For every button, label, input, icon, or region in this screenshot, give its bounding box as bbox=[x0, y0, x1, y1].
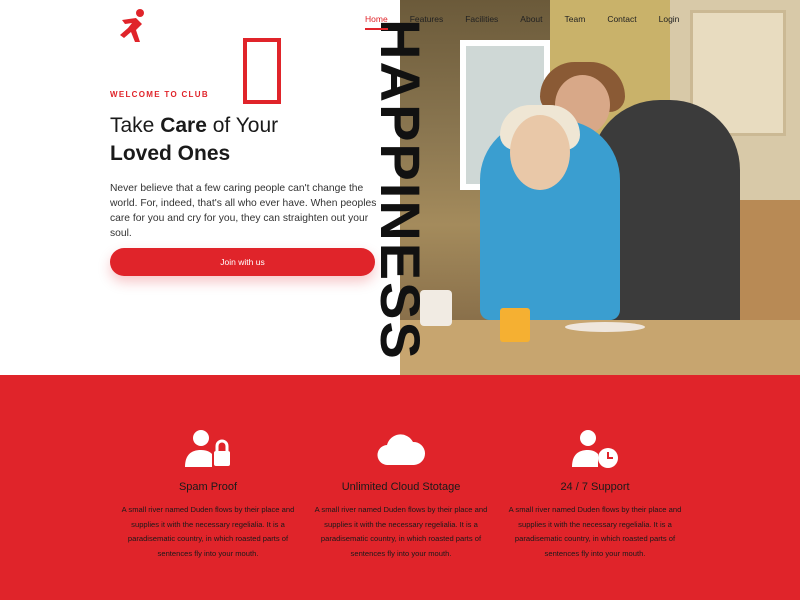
hero-headline: Take Care of Your Loved Ones bbox=[110, 112, 370, 168]
feature-spam-proof: Spam Proof A small river named Duden flo… bbox=[115, 428, 301, 561]
nav-about[interactable]: About bbox=[520, 14, 542, 30]
headline-post: of Your bbox=[206, 114, 279, 137]
feature-text: A small river named Duden flows by their… bbox=[314, 505, 488, 558]
feature-cloud-storage: Unlimited Cloud Stotage A small river na… bbox=[308, 428, 494, 561]
join-button[interactable]: Join with us bbox=[110, 248, 375, 276]
nav-features[interactable]: Features bbox=[410, 14, 444, 30]
feature-text: A small river named Duden flows by their… bbox=[508, 505, 682, 558]
nav-facilities[interactable]: Facilities bbox=[465, 14, 498, 30]
user-clock-icon bbox=[502, 428, 688, 470]
hero-photo bbox=[400, 0, 800, 375]
hero-description: Never believe that a few caring people c… bbox=[110, 183, 377, 239]
user-lock-icon bbox=[115, 428, 301, 470]
headline-pre: Take bbox=[110, 114, 161, 137]
headline-line2: Loved Ones bbox=[110, 142, 231, 165]
nav-home[interactable]: Home bbox=[365, 14, 388, 30]
feature-text: A small river named Duden flows by their… bbox=[121, 505, 295, 558]
happiness-vertical-text: HAPPINESS bbox=[360, 0, 440, 375]
hero-section: WELCOME TO CLUB Take Care of Your Loved … bbox=[0, 0, 800, 375]
cloud-icon bbox=[308, 428, 494, 470]
decorative-frame bbox=[243, 38, 281, 104]
welcome-eyebrow: WELCOME TO CLUB bbox=[110, 90, 209, 99]
headline-bold: Care bbox=[160, 114, 207, 137]
feature-title: Unlimited Cloud Stotage bbox=[341, 481, 461, 493]
happiness-word: HAPPINESS bbox=[369, 19, 432, 361]
runner-logo-icon[interactable] bbox=[112, 6, 152, 46]
nav-contact[interactable]: Contact bbox=[607, 14, 636, 30]
main-nav: Home Features Facilities About Team Cont… bbox=[365, 14, 701, 30]
feature-title: 24 / 7 Support bbox=[560, 481, 630, 493]
feature-support: 24 / 7 Support A small river named Duden… bbox=[502, 428, 688, 561]
feature-title: Spam Proof bbox=[178, 481, 238, 493]
nav-team[interactable]: Team bbox=[565, 14, 586, 30]
nav-login[interactable]: Login bbox=[659, 14, 680, 30]
